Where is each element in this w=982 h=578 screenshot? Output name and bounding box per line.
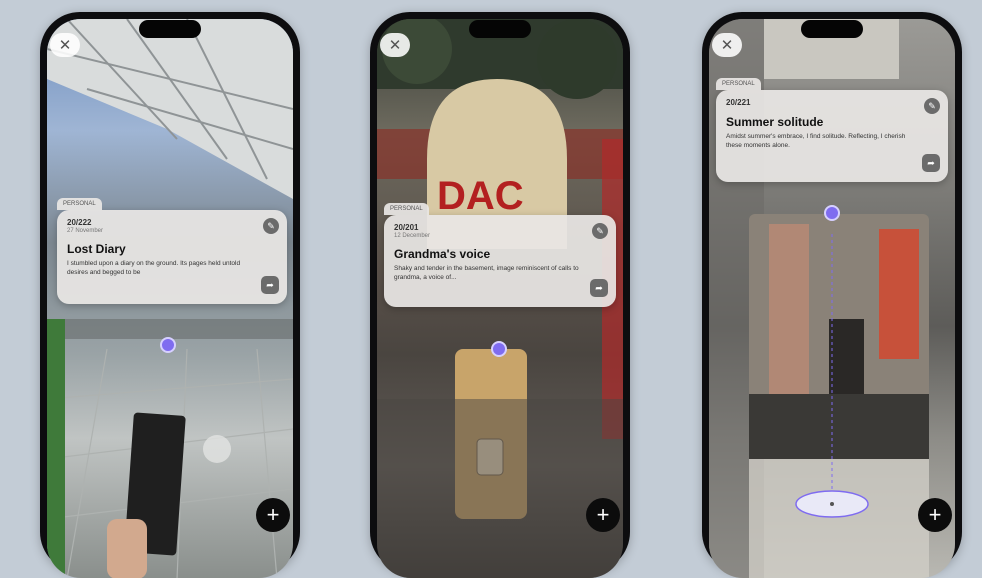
close-icon: ✕ [58,36,72,54]
dynamic-island [139,20,201,38]
memory-card[interactable]: PERSONAL 20/221 Summer solitude Amidst s… [716,78,948,182]
add-memory-button[interactable]: + [586,498,620,532]
location-pin[interactable] [824,205,840,221]
memory-card[interactable]: PERSONAL 20/222 27 November Lost Diary I… [57,198,287,304]
close-icon: ✕ [720,36,734,54]
memory-description: Shaky and tender in the basement, image … [394,265,579,281]
phone-mockup-1: ✕ PERSONAL 20/222 27 November Lost Diary… [40,12,300,578]
location-pin[interactable] [160,337,176,353]
memory-date: 20/221 [726,98,751,107]
share-button[interactable]: ➦ [590,279,608,297]
plus-icon: + [266,502,280,527]
share-button[interactable]: ➦ [922,154,940,172]
close-icon: ✕ [388,36,402,54]
dynamic-island [801,20,863,38]
share-icon: ➦ [595,282,603,293]
location-pin[interactable] [491,341,507,357]
category-tag: PERSONAL [716,78,761,90]
svg-text:DAC: DAC [437,174,524,218]
phone-mockup-2: DAC ✕ PERSONAL 20/201 12 December Grandm… [370,12,630,578]
memory-title: Grandma's voice [394,247,491,261]
edit-button[interactable]: ✎ [592,223,608,239]
memory-subdate: 12 December [394,233,431,239]
close-button[interactable]: ✕ [50,33,80,57]
edit-button[interactable]: ✎ [263,218,279,234]
share-icon: ➦ [927,157,935,168]
category-tag: PERSONAL [384,203,429,215]
plus-icon: + [596,502,610,527]
plus-icon: + [928,502,942,527]
memory-title: Summer solitude [726,115,824,129]
memory-subdate: 27 November [67,228,104,234]
memory-title: Lost Diary [67,242,126,256]
memory-date: 20/201 [394,223,419,232]
memory-description: I stumbled upon a diary on the ground. I… [67,260,241,276]
category-tag: PERSONAL [57,198,102,210]
memory-date: 20/222 [67,218,92,227]
close-button[interactable]: ✕ [712,33,742,57]
share-icon: ➦ [266,279,274,290]
dynamic-island [469,20,531,38]
memory-description: Amidst summer's embrace, I find solitude… [726,133,906,149]
pencil-icon: ✎ [596,225,604,236]
pencil-icon: ✎ [928,100,936,111]
share-button[interactable]: ➦ [261,276,279,294]
close-button[interactable]: ✕ [380,33,410,57]
add-memory-button[interactable]: + [256,498,290,532]
edit-button[interactable]: ✎ [924,98,940,114]
pencil-icon: ✎ [267,220,275,231]
phone-mockup-3: ✕ PERSONAL 20/221 Summer solitude Amidst… [702,12,962,578]
memory-card[interactable]: PERSONAL 20/201 12 December Grandma's vo… [384,203,616,307]
add-memory-button[interactable]: + [918,498,952,532]
